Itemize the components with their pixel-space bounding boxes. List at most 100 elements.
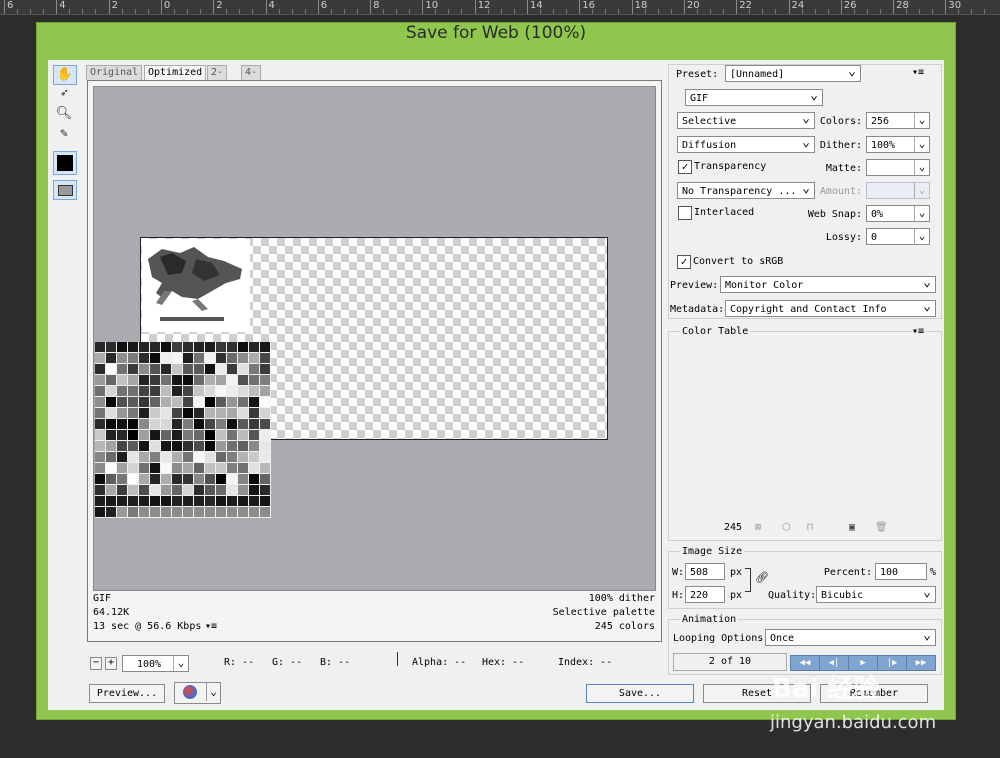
color-swatch[interactable] xyxy=(106,397,117,408)
color-swatch[interactable] xyxy=(249,485,260,496)
color-swatch[interactable] xyxy=(227,474,238,485)
color-swatch[interactable] xyxy=(238,342,249,353)
color-swatch[interactable] xyxy=(117,353,128,364)
color-swatch[interactable] xyxy=(117,485,128,496)
tab-4-up[interactable]: 4-Up xyxy=(241,65,262,92)
color-swatch[interactable] xyxy=(249,375,260,386)
color-swatch[interactable] xyxy=(238,485,249,496)
color-swatch[interactable] xyxy=(194,397,205,408)
color-swatch[interactable] xyxy=(150,353,161,364)
color-swatch[interactable] xyxy=(95,386,106,397)
slice-select-icon[interactable]: ➶ xyxy=(53,85,75,103)
color-swatch[interactable] xyxy=(260,353,271,364)
color-swatch[interactable] xyxy=(205,353,216,364)
color-swatch[interactable] xyxy=(95,474,106,485)
color-swatch[interactable] xyxy=(139,419,150,430)
color-swatch[interactable] xyxy=(161,507,172,518)
color-swatch[interactable] xyxy=(205,485,216,496)
preview-mode-select[interactable]: Monitor Color xyxy=(720,274,936,293)
color-swatch[interactable] xyxy=(128,408,139,419)
looping-select[interactable]: Once xyxy=(765,627,936,646)
color-swatch[interactable] xyxy=(227,353,238,364)
quality-select[interactable]: Bicubic xyxy=(816,584,936,603)
color-swatch[interactable] xyxy=(161,375,172,386)
color-swatch[interactable] xyxy=(128,342,139,353)
color-swatch[interactable] xyxy=(260,364,271,375)
metadata-select[interactable]: Copyright and Contact Info xyxy=(725,298,936,317)
color-swatch[interactable] xyxy=(260,408,271,419)
color-swatch[interactable] xyxy=(249,353,260,364)
color-swatch[interactable] xyxy=(238,419,249,430)
color-swatch[interactable] xyxy=(194,474,205,485)
color-swatch[interactable] xyxy=(128,353,139,364)
color-swatch[interactable] xyxy=(150,375,161,386)
tab-original[interactable]: Original xyxy=(86,65,143,80)
color-swatch[interactable] xyxy=(238,375,249,386)
color-swatch[interactable] xyxy=(117,386,128,397)
interlaced-checkbox[interactable] xyxy=(678,206,692,220)
color-swatch[interactable] xyxy=(205,397,216,408)
color-swatch[interactable] xyxy=(249,463,260,474)
color-swatch[interactable] xyxy=(172,441,183,452)
color-swatch[interactable] xyxy=(128,364,139,375)
color-swatch[interactable] xyxy=(238,386,249,397)
color-swatch[interactable] xyxy=(249,342,260,353)
color-swatch[interactable] xyxy=(95,441,106,452)
color-swatch[interactable] xyxy=(150,452,161,463)
color-swatch[interactable] xyxy=(128,485,139,496)
color-swatch[interactable] xyxy=(249,397,260,408)
color-swatch[interactable] xyxy=(139,441,150,452)
color-swatch[interactable] xyxy=(205,474,216,485)
color-swatch[interactable] xyxy=(205,441,216,452)
color-swatch[interactable] xyxy=(216,419,227,430)
color-swatch[interactable] xyxy=(205,507,216,518)
color-swatch[interactable] xyxy=(172,342,183,353)
color-swatch[interactable] xyxy=(260,419,271,430)
color-swatch[interactable] xyxy=(249,474,260,485)
height-input[interactable]: 220 xyxy=(685,586,725,603)
color-swatch[interactable] xyxy=(238,441,249,452)
color-swatch[interactable] xyxy=(117,364,128,375)
color-swatch[interactable] xyxy=(95,496,106,507)
color-swatch[interactable] xyxy=(260,375,271,386)
color-swatch[interactable] xyxy=(194,375,205,386)
color-swatch[interactable] xyxy=(117,474,128,485)
color-swatch[interactable] xyxy=(106,507,117,518)
color-swatch[interactable] xyxy=(183,342,194,353)
color-swatch[interactable] xyxy=(227,342,238,353)
color-swatch[interactable] xyxy=(216,496,227,507)
color-swatch[interactable] xyxy=(183,507,194,518)
color-swatch[interactable] xyxy=(216,342,227,353)
color-swatch[interactable] xyxy=(106,364,117,375)
color-swatch[interactable] xyxy=(128,375,139,386)
color-swatch[interactable] xyxy=(205,386,216,397)
info-menu-icon[interactable]: ▾≡ xyxy=(205,621,217,632)
color-swatch[interactable] xyxy=(172,496,183,507)
color-swatch[interactable] xyxy=(205,419,216,430)
color-swatch[interactable] xyxy=(205,452,216,463)
zoom-level-select[interactable]: 100% ⌄ xyxy=(122,655,189,672)
color-swatch[interactable] xyxy=(161,496,172,507)
color-table-menu-icon[interactable]: ▾≡ xyxy=(912,326,924,337)
next-frame-button[interactable]: |▶ xyxy=(877,655,907,671)
eyedropper-color-swatch[interactable] xyxy=(53,151,77,175)
color-swatch[interactable] xyxy=(216,397,227,408)
color-swatch[interactable] xyxy=(106,386,117,397)
color-swatch[interactable] xyxy=(205,342,216,353)
color-swatch[interactable] xyxy=(106,474,117,485)
color-swatch[interactable] xyxy=(216,452,227,463)
delete-color-icon[interactable]: 🗑︎ xyxy=(875,522,888,533)
tab-2-up[interactable]: 2-Up xyxy=(207,65,228,92)
color-swatch[interactable] xyxy=(238,496,249,507)
color-swatch[interactable] xyxy=(117,419,128,430)
percent-input[interactable]: 100 xyxy=(875,563,927,580)
color-swatch[interactable] xyxy=(95,408,106,419)
color-swatch[interactable] xyxy=(150,430,161,441)
color-swatch[interactable] xyxy=(183,397,194,408)
color-swatch[interactable] xyxy=(194,386,205,397)
color-swatch[interactable] xyxy=(194,342,205,353)
color-swatch[interactable] xyxy=(260,496,271,507)
color-swatch[interactable] xyxy=(183,452,194,463)
new-color-icon[interactable]: ▣ xyxy=(849,522,855,533)
color-swatch[interactable] xyxy=(205,408,216,419)
